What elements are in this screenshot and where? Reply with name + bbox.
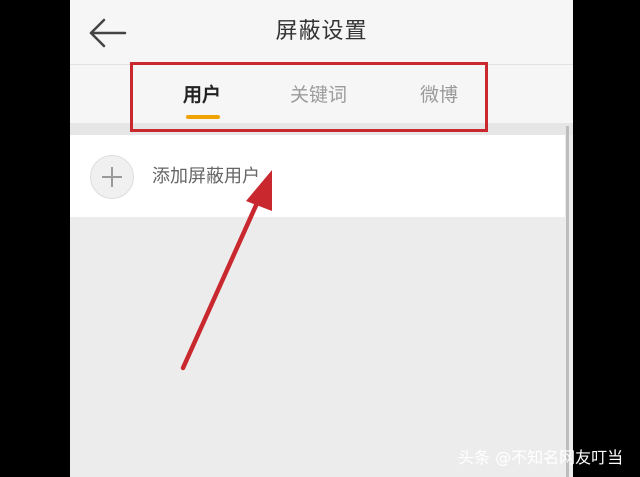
top-bar: 屏蔽设置 [70,0,573,65]
page-title: 屏蔽设置 [275,19,368,44]
scrollbar[interactable] [566,126,569,477]
plus-icon [90,155,134,199]
watermark: 头条 @不知名网友叮当 [458,448,624,467]
add-blocked-user-label: 添加屏蔽用户 [152,166,260,187]
annotation-highlight-box [130,62,488,132]
arrow-left-icon [89,18,127,48]
back-button[interactable] [88,16,128,50]
add-blocked-user-button[interactable]: 添加屏蔽用户 [70,135,565,217]
